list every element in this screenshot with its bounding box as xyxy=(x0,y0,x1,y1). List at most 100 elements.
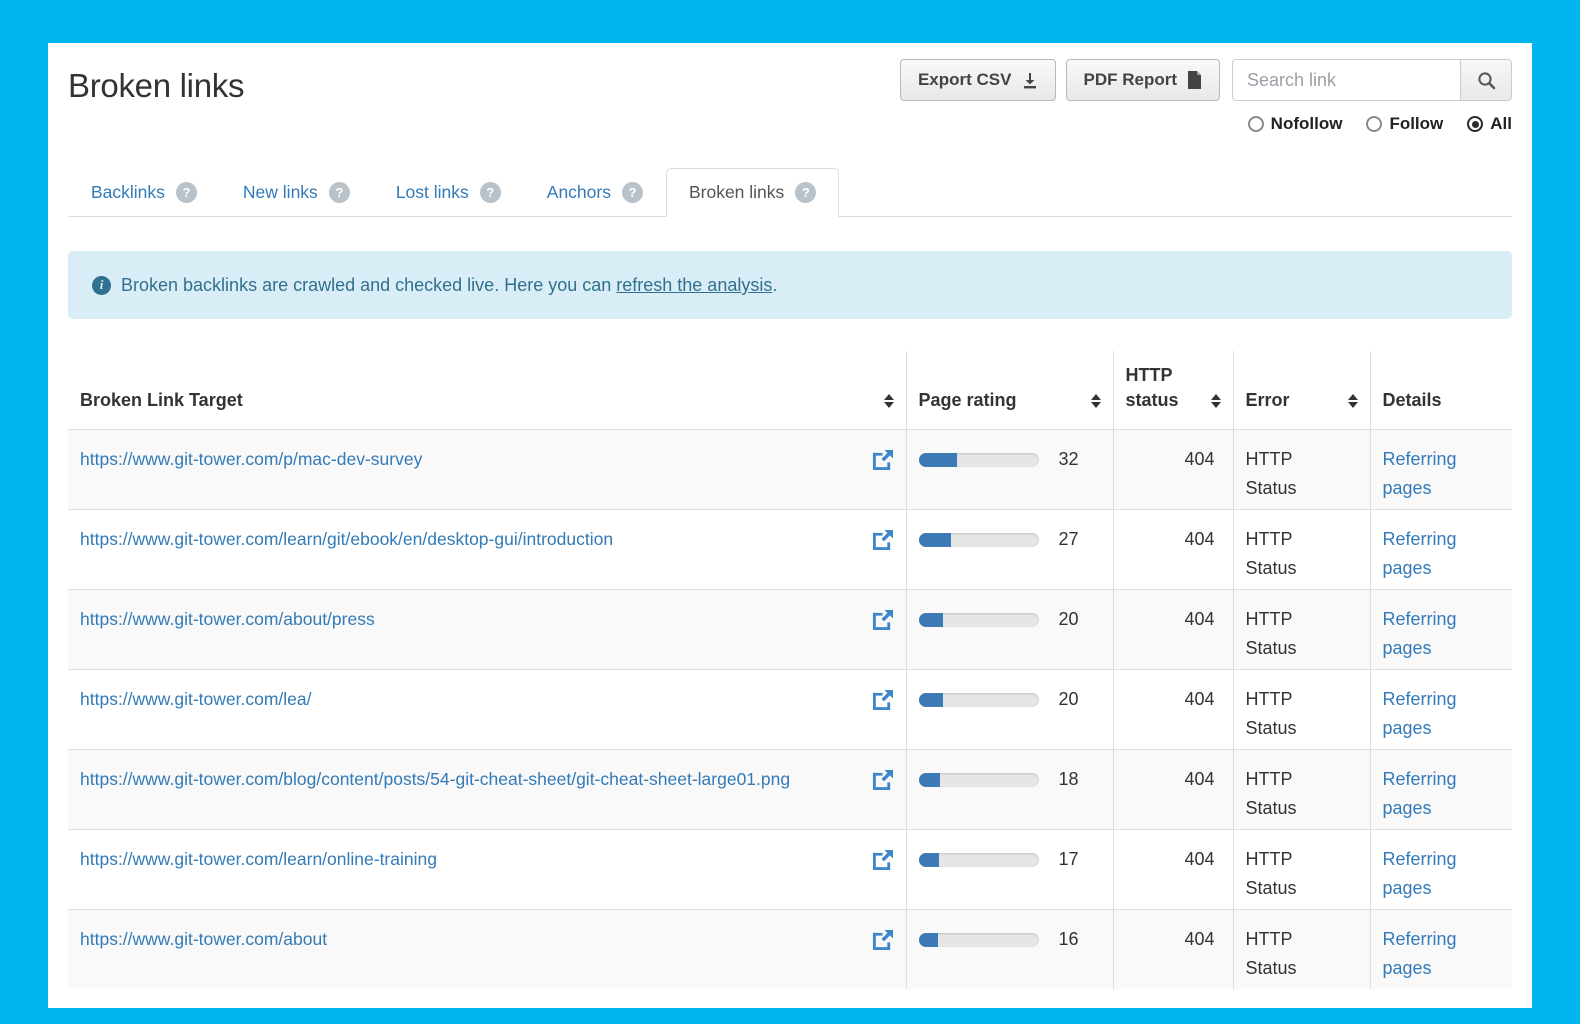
column-header-http-status[interactable]: HTTP status xyxy=(1113,351,1233,430)
tab-anchors[interactable]: Anchors ? xyxy=(524,168,666,217)
referring-pages-link[interactable]: Referring pages xyxy=(1383,769,1457,818)
table-row: https://www.git-tower.com/about/press 20… xyxy=(68,590,1512,670)
page-rating-bar xyxy=(919,453,1039,467)
details-cell: Referring pages xyxy=(1370,830,1512,910)
follow-filter-group: Nofollow Follow All xyxy=(1248,114,1512,134)
page-rating-value: 18 xyxy=(1039,765,1079,794)
export-csv-label: Export CSV xyxy=(918,70,1012,90)
broken-link-url[interactable]: https://www.git-tower.com/lea/ xyxy=(80,685,311,714)
filter-follow[interactable]: Follow xyxy=(1366,114,1443,134)
filter-nofollow-label: Nofollow xyxy=(1271,114,1343,134)
external-link-icon[interactable] xyxy=(871,605,894,634)
page-rating-bar-fill xyxy=(919,693,943,707)
external-link-icon[interactable] xyxy=(871,925,894,954)
referring-pages-link[interactable]: Referring pages xyxy=(1383,689,1457,738)
external-link-icon[interactable] xyxy=(871,685,894,714)
error-cell: HTTP Status xyxy=(1233,590,1370,670)
page-rating-value: 16 xyxy=(1039,925,1079,954)
tab-new-links[interactable]: New links ? xyxy=(220,168,373,217)
tab-label: New links xyxy=(243,182,318,203)
table-row: https://www.git-tower.com/learn/online-t… xyxy=(68,830,1512,910)
broken-link-url[interactable]: https://www.git-tower.com/p/mac-dev-surv… xyxy=(80,445,422,474)
sort-icon xyxy=(1211,394,1221,408)
http-status-cell: 404 xyxy=(1113,750,1233,830)
column-label: Broken Link Target xyxy=(80,388,243,413)
error-cell: HTTP Status xyxy=(1233,670,1370,750)
http-status-cell: 404 xyxy=(1113,510,1233,590)
radio-icon xyxy=(1467,116,1483,132)
broken-link-url[interactable]: https://www.git-tower.com/about xyxy=(80,925,327,954)
header-controls: Export CSV PDF Report xyxy=(890,59,1512,134)
page-rating-bar-fill xyxy=(919,453,957,467)
external-link-icon[interactable] xyxy=(871,765,894,794)
filter-all-label: All xyxy=(1490,114,1512,134)
tab-label: Broken links xyxy=(689,182,784,203)
referring-pages-link[interactable]: Referring pages xyxy=(1383,449,1457,498)
page-rating-value: 20 xyxy=(1039,685,1079,714)
download-icon xyxy=(1022,72,1038,89)
filter-all[interactable]: All xyxy=(1467,114,1512,134)
help-icon[interactable]: ? xyxy=(329,182,350,203)
report-tabs: Backlinks ? New links ? Lost links ? Anc… xyxy=(68,168,1512,217)
page-rating-value: 20 xyxy=(1039,605,1079,634)
referring-pages-link[interactable]: Referring pages xyxy=(1383,609,1457,658)
radio-icon xyxy=(1248,116,1264,132)
error-cell: HTTP Status xyxy=(1233,430,1370,510)
help-icon[interactable]: ? xyxy=(176,182,197,203)
column-label: Error xyxy=(1246,388,1290,413)
broken-link-url[interactable]: https://www.git-tower.com/learn/online-t… xyxy=(80,845,437,874)
search-group xyxy=(1232,59,1512,101)
page-rating-bar xyxy=(919,773,1039,787)
details-cell: Referring pages xyxy=(1370,750,1512,830)
sort-icon xyxy=(884,394,894,408)
broken-link-url[interactable]: https://www.git-tower.com/blog/content/p… xyxy=(80,765,790,794)
page-rating-bar-fill xyxy=(919,853,939,867)
page-rating-bar-fill xyxy=(919,613,943,627)
help-icon[interactable]: ? xyxy=(795,182,816,203)
refresh-analysis-link[interactable]: refresh the analysis xyxy=(616,275,772,295)
tab-broken-links[interactable]: Broken links ? xyxy=(666,168,839,217)
column-header-error[interactable]: Error xyxy=(1233,351,1370,430)
search-button[interactable] xyxy=(1460,59,1512,101)
page-rating-bar xyxy=(919,533,1039,547)
http-status-cell: 404 xyxy=(1113,830,1233,910)
broken-link-target-cell: https://www.git-tower.com/about xyxy=(68,910,906,990)
export-csv-button[interactable]: Export CSV xyxy=(900,59,1056,101)
external-link-icon[interactable] xyxy=(871,445,894,474)
tab-lost-links[interactable]: Lost links ? xyxy=(373,168,524,217)
tab-backlinks[interactable]: Backlinks ? xyxy=(68,168,220,217)
referring-pages-link[interactable]: Referring pages xyxy=(1383,529,1457,578)
search-input[interactable] xyxy=(1232,59,1460,101)
http-status-cell: 404 xyxy=(1113,590,1233,670)
page-rating-bar xyxy=(919,693,1039,707)
help-icon[interactable]: ? xyxy=(622,182,643,203)
error-cell: HTTP Status xyxy=(1233,750,1370,830)
page-rating-value: 32 xyxy=(1039,445,1079,474)
referring-pages-link[interactable]: Referring pages xyxy=(1383,849,1457,898)
broken-link-url[interactable]: https://www.git-tower.com/learn/git/eboo… xyxy=(80,525,613,554)
info-banner: i Broken backlinks are crawled and check… xyxy=(68,251,1512,319)
column-header-page-rating[interactable]: Page rating xyxy=(906,351,1113,430)
http-status-cell: 404 xyxy=(1113,670,1233,750)
details-cell: Referring pages xyxy=(1370,910,1512,990)
filter-nofollow[interactable]: Nofollow xyxy=(1248,114,1343,134)
tab-label: Anchors xyxy=(547,182,611,203)
page-rating-cell: 18 xyxy=(906,750,1113,830)
pdf-report-button[interactable]: PDF Report xyxy=(1066,59,1221,101)
broken-link-url[interactable]: https://www.git-tower.com/about/press xyxy=(80,605,375,634)
page-rating-bar xyxy=(919,853,1039,867)
error-cell: HTTP Status xyxy=(1233,830,1370,910)
page-rating-bar xyxy=(919,933,1039,947)
page-title: Broken links xyxy=(68,67,244,105)
column-header-broken-link-target[interactable]: Broken Link Target xyxy=(68,351,906,430)
help-icon[interactable]: ? xyxy=(480,182,501,203)
external-link-icon[interactable] xyxy=(871,525,894,554)
referring-pages-link[interactable]: Referring pages xyxy=(1383,929,1457,978)
page-rating-value: 27 xyxy=(1039,525,1079,554)
banner-text-before: Broken backlinks are crawled and checked… xyxy=(121,275,616,295)
broken-link-target-cell: https://www.git-tower.com/blog/content/p… xyxy=(68,750,906,830)
external-link-icon[interactable] xyxy=(871,845,894,874)
table-row: https://www.git-tower.com/p/mac-dev-surv… xyxy=(68,430,1512,510)
page-rating-cell: 16 xyxy=(906,910,1113,990)
page-rating-value: 17 xyxy=(1039,845,1079,874)
